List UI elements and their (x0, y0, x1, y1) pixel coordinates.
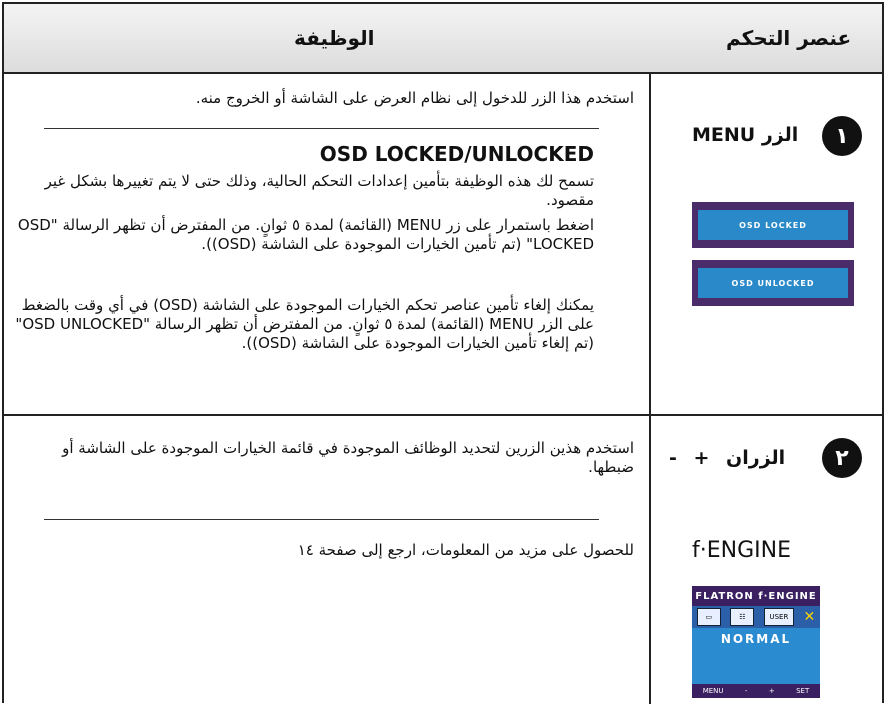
osd-lock-title: OSD LOCKED/UNLOCKED (319, 142, 594, 166)
control-column-header: عنصر التحكم (726, 26, 852, 50)
function-column-header: الوظيفة (294, 26, 375, 50)
fengine-osd-preview: FLATRON f·ENGINE ▭ ☷ USER ✕ NORMAL MENU … (692, 586, 862, 704)
fengine-osd-footer: MENU - + SET (692, 684, 820, 698)
osd-unlocked-indicator: OSD UNLOCKED (692, 260, 854, 306)
osd-lock-para-1: تسمح لك هذه الوظيفة بتأمين إعدادات التحك… (44, 172, 594, 209)
number-2-icon: ٢ (822, 438, 862, 478)
row-separator (44, 519, 599, 520)
exit-icon: ✕ (803, 609, 816, 625)
fengine-label: f·ENGINE (692, 538, 791, 563)
table-header: الوظيفة عنصر التحكم (4, 4, 882, 74)
fengine-mode-name: NORMAL (720, 632, 792, 646)
osd-locked-indicator: OSD LOCKED (692, 202, 854, 248)
text-icon: ☷ (730, 608, 755, 626)
manual-table: الوظيفة عنصر التحكم استخدم هذا الزر للدخ… (2, 2, 884, 704)
osd-lock-para-3: يمكنك إلغاء تأمين عناصر تحكم الخيارات ال… (15, 296, 594, 352)
menu-description: استخدم هذا الزر للدخول إلى نظام العرض عل… (195, 89, 634, 107)
monitor-icon: ▭ (696, 608, 721, 626)
number-1-icon: ١ (822, 116, 862, 156)
fengine-mode-icons: ▭ ☷ USER ✕ (692, 606, 820, 628)
plus-minus-buttons-label: الزران + - (669, 447, 786, 469)
osd-lock-para-2: اضغط باستمرار على زر MENU (القائمة) لمدة… (17, 216, 594, 253)
row-separator (44, 128, 599, 129)
menu-button-label: الزر MENU (692, 124, 799, 146)
plus-minus-description: استخدم هذين الزرين لتحديد الوظائف الموجو… (62, 439, 634, 476)
user-mode-icon: USER (763, 608, 794, 626)
fengine-osd-title: FLATRON f·ENGINE (692, 586, 820, 606)
row-divider (4, 414, 882, 416)
column-divider (649, 74, 651, 704)
fengine-description: للحصول على مزيد من المعلومات، ارجع إلى ص… (297, 541, 634, 559)
